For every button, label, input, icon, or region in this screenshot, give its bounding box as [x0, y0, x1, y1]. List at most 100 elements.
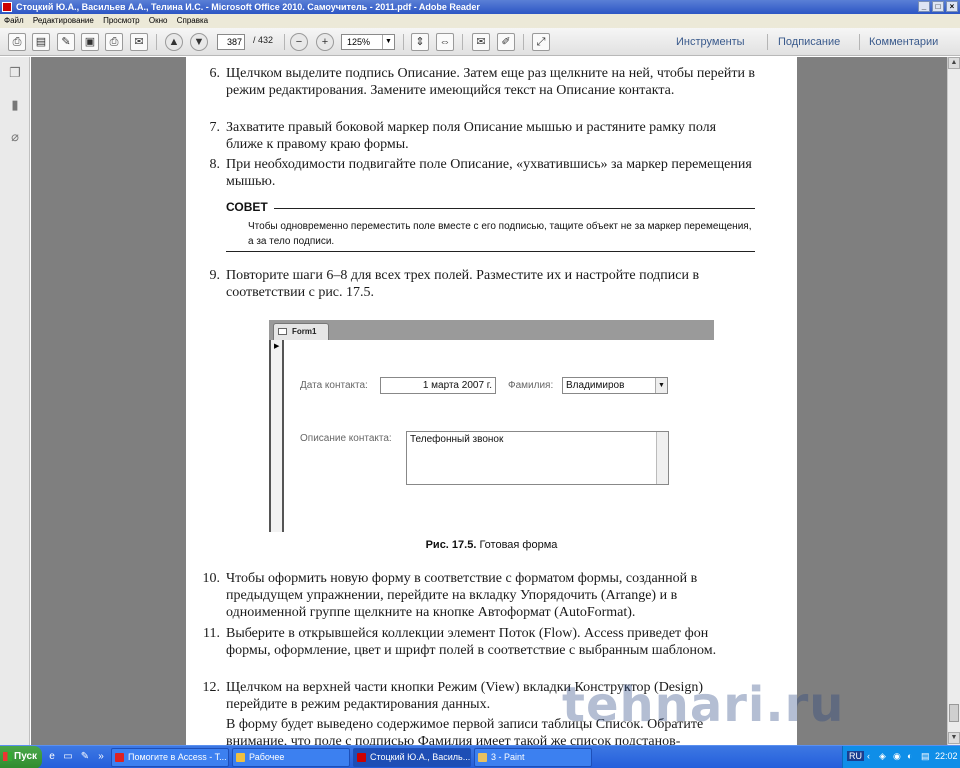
- screen: Стоцкий Ю.А., Васильев А.А., Телина И.С.…: [0, 0, 960, 768]
- pages-icon[interactable]: ❐: [8, 65, 22, 81]
- item-number: 10.: [202, 571, 221, 586]
- caption-text: Готовая форма: [479, 539, 558, 551]
- date-label: Дата контакта:: [300, 380, 368, 391]
- fullscreen-icon[interactable]: ⤢: [532, 33, 550, 51]
- zoom-out-icon[interactable]: −: [290, 33, 308, 51]
- menu-help[interactable]: Справка: [177, 16, 208, 25]
- list-item: 9. Повторите шаги 6–8 для всех трех поле…: [210, 267, 756, 301]
- item-text: Чтобы оформить новую форму в соответстви…: [226, 571, 698, 620]
- task-label: 3 - Paint: [491, 752, 525, 762]
- quicklaunch-more-icon[interactable]: »: [95, 751, 107, 763]
- volume-icon[interactable]: ◐: [907, 751, 912, 761]
- system-tray: RU ‹ ◈ ◉ ◐ ▤ 22:02: [842, 746, 960, 768]
- item-number: 7.: [209, 120, 221, 135]
- adobe-reader-icon: [2, 2, 12, 12]
- network-icon[interactable]: ▤: [921, 751, 930, 762]
- prev-page-icon[interactable]: ▲: [165, 33, 183, 51]
- menu-window[interactable]: Окно: [149, 16, 168, 25]
- form-icon: [278, 328, 287, 335]
- pdf-icon: [357, 753, 366, 762]
- menu-file[interactable]: Файл: [4, 16, 24, 25]
- divider: [284, 34, 285, 50]
- tools-button[interactable]: Инструменты: [676, 36, 745, 48]
- scroll-down-icon[interactable]: ▼: [948, 732, 960, 744]
- menu-edit[interactable]: Редактирование: [33, 16, 94, 25]
- surname-value: Владимиров: [566, 380, 625, 391]
- figure-caption: Рис. 17.5. Готовая форма: [186, 539, 797, 551]
- tip-rule-bottom: [226, 251, 755, 252]
- folder-icon: [236, 753, 245, 762]
- list-item: 11. Выберите в открывшейся коллекции эле…: [203, 625, 756, 659]
- record-arrow-icon: ▶: [274, 343, 280, 350]
- chevron-down-icon[interactable]: ▼: [382, 35, 394, 49]
- comment-icon[interactable]: ✉: [472, 33, 490, 51]
- list-item: 8. При необходимости подвигайте поле Опи…: [210, 156, 756, 190]
- shield-icon[interactable]: ◈: [879, 751, 886, 762]
- show-desktop-icon[interactable]: ▭: [62, 751, 74, 763]
- divider: [156, 34, 157, 50]
- tray-arrow-icon[interactable]: ‹: [867, 751, 870, 761]
- comments-button[interactable]: Комментарии: [869, 36, 938, 48]
- antivirus-icon[interactable]: ◉: [893, 751, 901, 762]
- fit-page-icon[interactable]: ⇕: [411, 33, 429, 51]
- vertical-scrollbar[interactable]: ▲ ▼: [947, 57, 960, 745]
- bookmark-icon[interactable]: ▮: [8, 97, 22, 113]
- item-number: 8.: [209, 157, 221, 172]
- print-icon[interactable]: ⎙: [105, 33, 123, 51]
- description-scrollbar: [656, 432, 668, 484]
- menu-view[interactable]: Просмотр: [103, 16, 140, 25]
- figure-form-screenshot: Form1 ▶ Дата контакта: 1 марта 2007 г. Ф…: [269, 320, 714, 532]
- edit-icon[interactable]: ✎: [57, 33, 75, 51]
- highlight-icon[interactable]: ✐: [497, 33, 515, 51]
- zoom-value: 125%: [347, 37, 371, 47]
- fit-width-icon[interactable]: ⇔: [436, 33, 454, 51]
- zoom-select[interactable]: 125% ▼: [341, 34, 395, 50]
- open-file-icon[interactable]: ▤: [32, 33, 50, 51]
- list-item: 10. Чтобы оформить новую форму в соответ…: [203, 570, 756, 621]
- date-field: 1 марта 2007 г.: [380, 377, 496, 394]
- list-item: 7. Захватите правый боковой маркер поля …: [210, 119, 756, 153]
- close-button[interactable]: ×: [946, 1, 958, 12]
- save-icon[interactable]: ▣: [81, 33, 99, 51]
- email-icon[interactable]: ✉: [130, 33, 148, 51]
- item-text: Щелчком выделите подпись Описание. Затем…: [226, 66, 756, 98]
- page-number-input[interactable]: 387: [217, 34, 245, 50]
- scroll-thumb[interactable]: [949, 704, 959, 722]
- zoom-in-icon[interactable]: +: [316, 33, 334, 51]
- navigation-pane: ❐ ▮ ⌀: [0, 57, 30, 745]
- paint-icon: [478, 753, 487, 762]
- task-adobe-reader[interactable]: Стоцкий Ю.А., Василь...: [353, 748, 471, 767]
- caption-number: Рис. 17.5.: [425, 539, 477, 551]
- sign-button[interactable]: Подписание: [778, 36, 840, 48]
- title-bar: Стоцкий Ю.А., Васильев А.А., Телина И.С.…: [0, 0, 960, 14]
- next-page-icon[interactable]: ▼: [190, 33, 208, 51]
- surname-label: Фамилия:: [508, 380, 554, 391]
- maximize-button[interactable]: □: [932, 1, 944, 12]
- form-tab-bar: Form1: [269, 320, 714, 340]
- language-indicator[interactable]: RU: [847, 751, 864, 761]
- scroll-up-icon[interactable]: ▲: [948, 57, 960, 69]
- divider: [523, 34, 524, 50]
- item-number: 6.: [209, 66, 221, 81]
- form-tab: Form1: [273, 323, 329, 340]
- start-label: Пуск: [14, 751, 38, 762]
- attachment-icon[interactable]: ⌀: [8, 129, 22, 145]
- tip-rule-top: [274, 208, 755, 209]
- opera-icon: [115, 753, 124, 762]
- pdf-page: 6. Щелчком выделите подпись Описание. За…: [186, 57, 797, 745]
- create-pdf-icon[interactable]: ⎙: [8, 33, 26, 51]
- task-paint[interactable]: 3 - Paint: [474, 748, 592, 767]
- start-button[interactable]: Пуск: [0, 746, 42, 768]
- taskbar: Пуск e ▭ ✎ » Помогите в Access - T... Ра…: [0, 745, 960, 768]
- ie-icon[interactable]: e: [46, 751, 58, 763]
- task-label: Рабочее: [249, 752, 285, 762]
- divider: [403, 34, 404, 50]
- paint-quicklaunch-icon[interactable]: ✎: [79, 751, 91, 763]
- task-folder[interactable]: Рабочее: [232, 748, 350, 767]
- task-opera[interactable]: Помогите в Access - T...: [111, 748, 229, 767]
- description-field: Телефонный звонок: [406, 431, 669, 485]
- window-controls: _ □ ×: [918, 1, 958, 12]
- windows-logo-icon: [3, 752, 12, 761]
- record-selector: ▶: [269, 340, 284, 532]
- minimize-button[interactable]: _: [918, 1, 930, 12]
